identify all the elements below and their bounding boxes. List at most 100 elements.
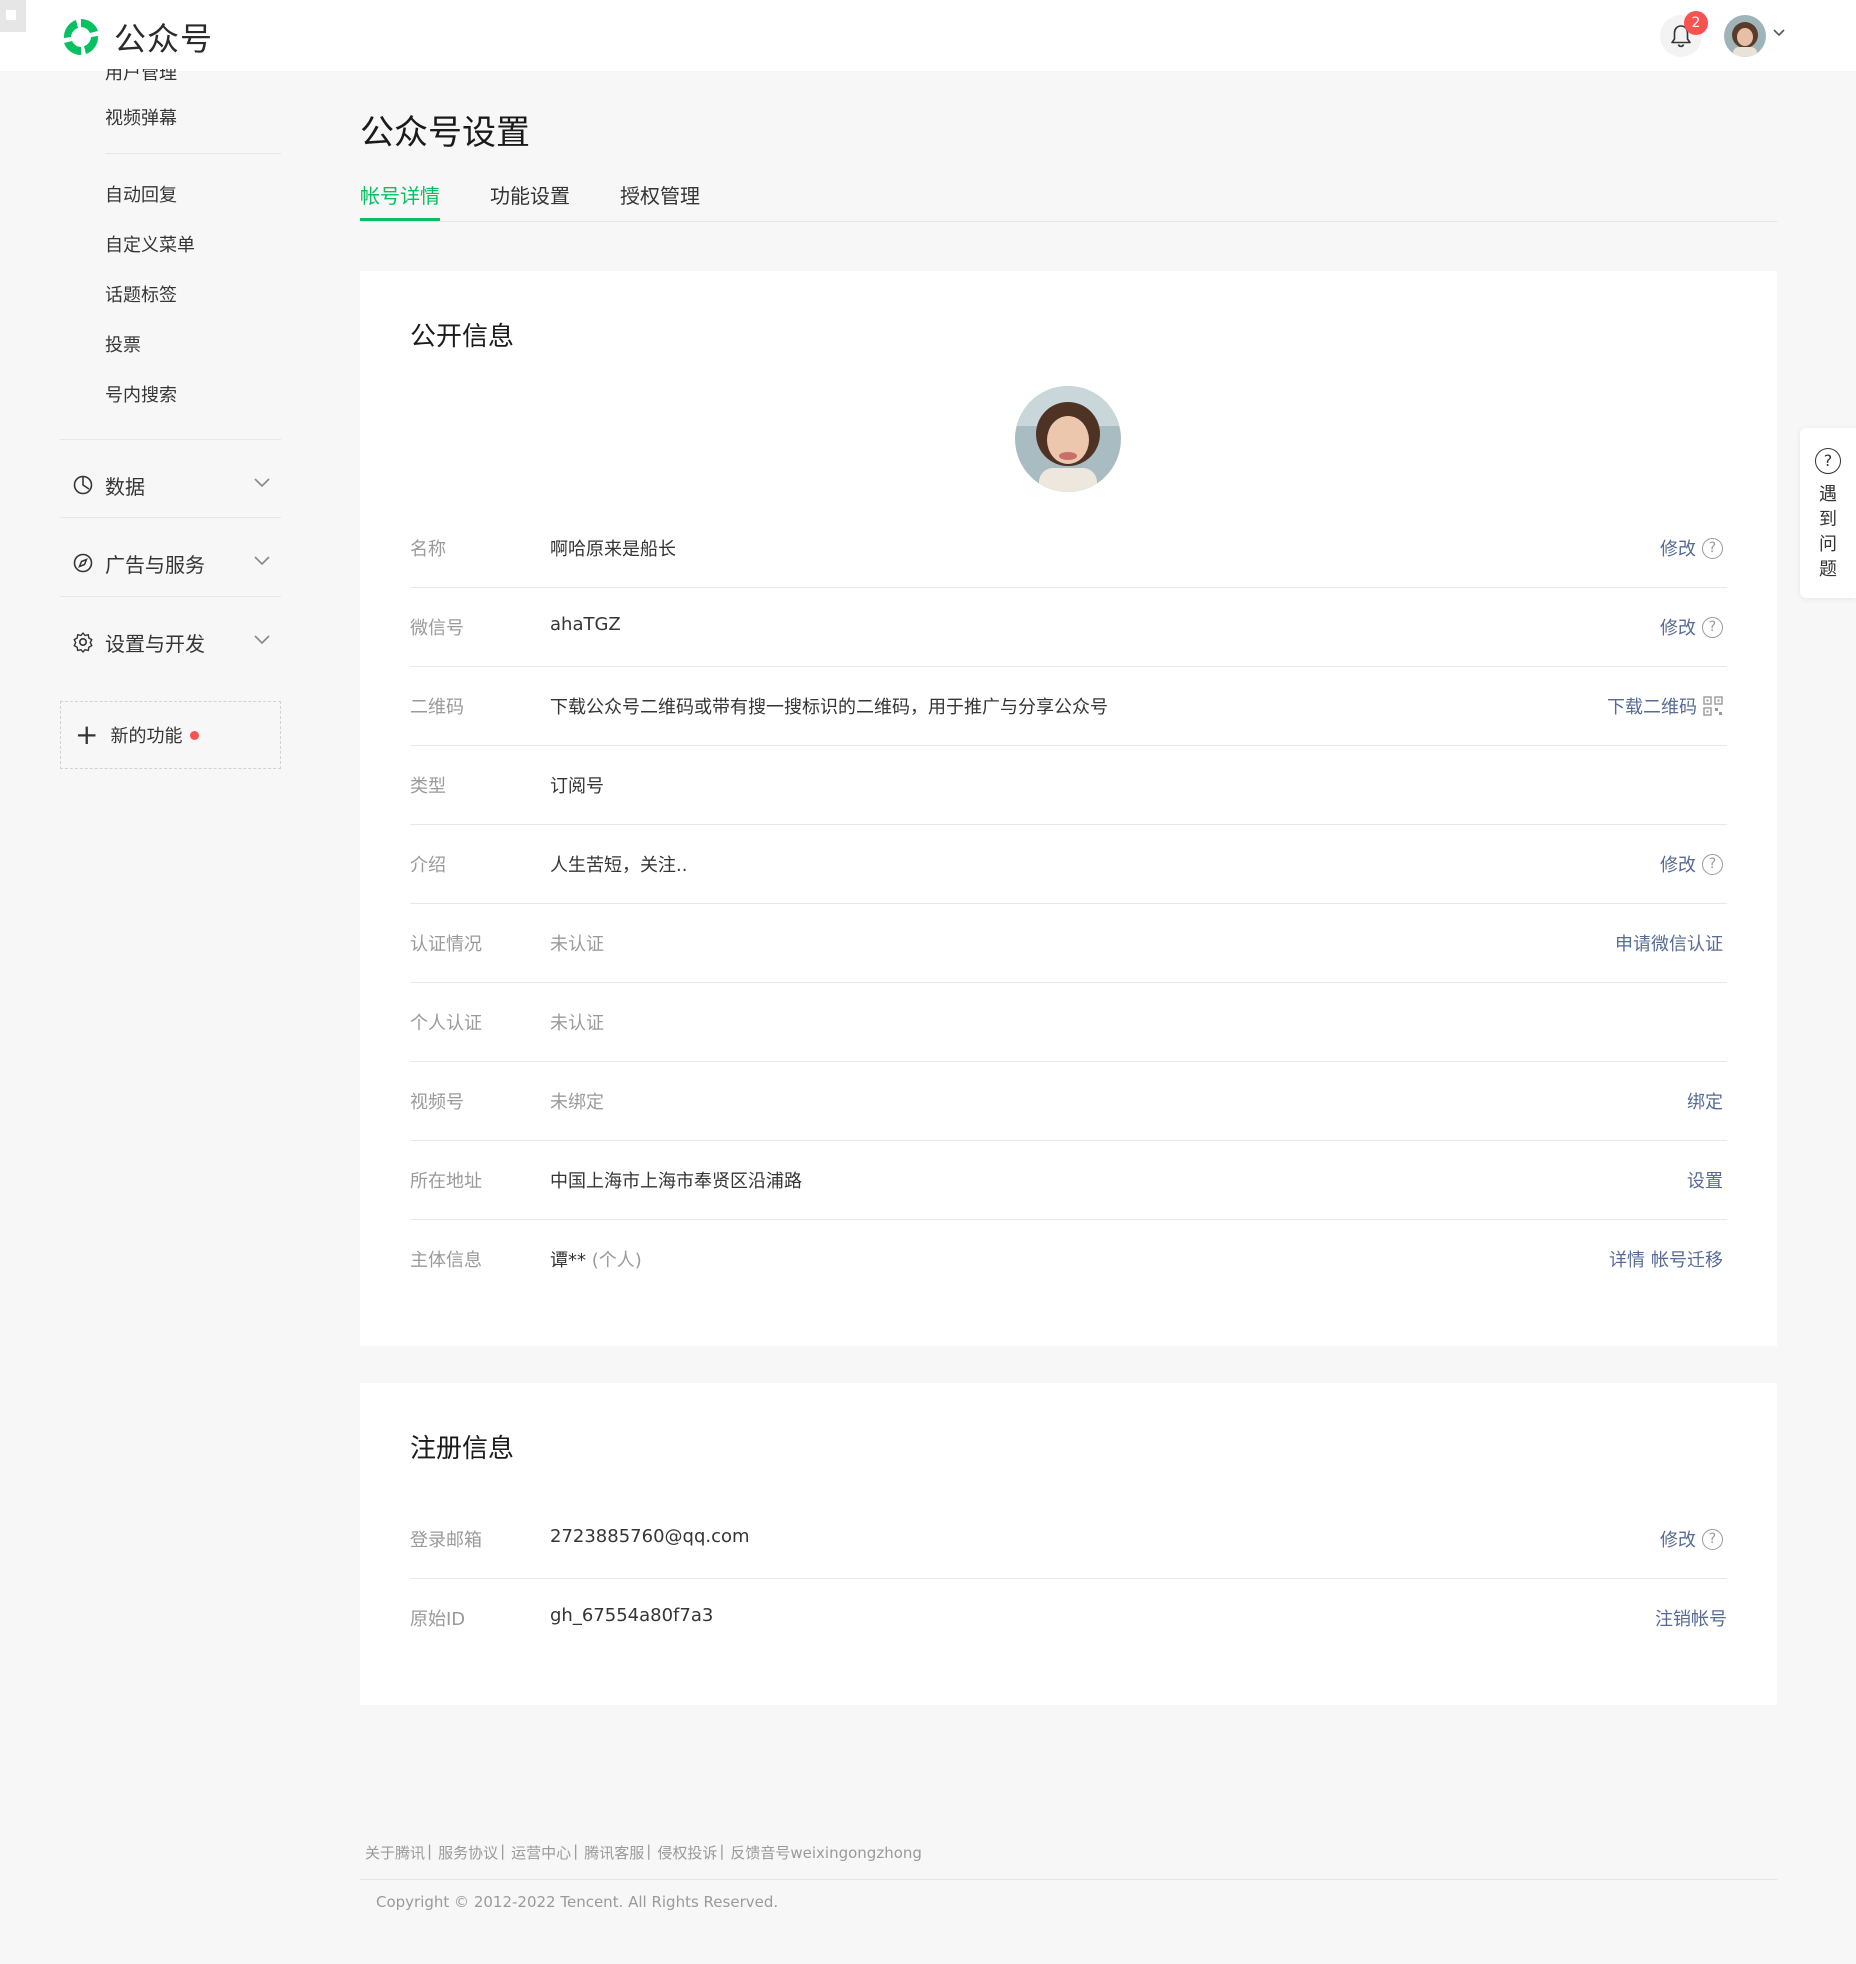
- qrcode-icon: [1703, 696, 1723, 716]
- help-label-char: 遇: [1819, 484, 1837, 505]
- info-row-login-email: 登录邮箱 2723885760@qq.com 修改 ?: [410, 1500, 1727, 1579]
- section-title: 公开信息: [410, 322, 515, 352]
- row-label: 原始ID: [410, 1609, 466, 1630]
- row-value: 人生苦短，关注..: [550, 855, 688, 876]
- account-avatar[interactable]: [1015, 386, 1121, 492]
- window-corner-mark: [0, 0, 26, 32]
- user-avatar[interactable]: [1724, 15, 1766, 57]
- entity-actions: 详情 帐号迁移: [1609, 1246, 1723, 1272]
- register-info-card: 注册信息 登录邮箱 2723885760@qq.com 修改 ? 原始ID gh…: [360, 1383, 1777, 1705]
- row-label: 二维码: [410, 697, 464, 718]
- footer-link-operations-center[interactable]: 运营中心: [511, 1842, 571, 1863]
- info-row-entity: 主体信息 谭** (个人) 详情 帐号迁移: [410, 1220, 1727, 1299]
- notification-badge: 2: [1684, 11, 1708, 35]
- row-value: 未认证: [550, 934, 604, 955]
- sidebar-group-data[interactable]: 数据: [60, 465, 281, 505]
- sidebar-group-label: 设置与开发: [105, 631, 205, 656]
- sidebar-item-video-danmaku[interactable]: 视频弹幕: [105, 104, 177, 130]
- info-row-name: 名称 啊哈原来是船长 修改 ?: [410, 509, 1727, 588]
- tab-feature-settings[interactable]: 功能设置: [490, 180, 570, 209]
- help-float-button[interactable]: ? 遇 到 问 题: [1800, 428, 1856, 598]
- edit-link[interactable]: 修改: [1660, 535, 1696, 561]
- info-row-qrcode: 二维码 下载公众号二维码或带有搜一搜标识的二维码，用于推广与分享公众号 下载二维…: [410, 667, 1727, 746]
- set-address-link[interactable]: 设置: [1687, 1167, 1723, 1193]
- row-label: 所在地址: [410, 1171, 482, 1192]
- edit-link[interactable]: 修改: [1660, 851, 1696, 877]
- edit-email-action[interactable]: 修改 ?: [1660, 1526, 1723, 1552]
- edit-link[interactable]: 修改: [1660, 1526, 1696, 1552]
- new-indicator-dot: [190, 730, 200, 740]
- download-qrcode-action[interactable]: 下载二维码: [1607, 693, 1723, 719]
- sidebar-item-auto-reply[interactable]: 自动回复: [105, 181, 177, 207]
- footer-link-feedback[interactable]: 反馈音号weixingongzhong: [730, 1842, 922, 1863]
- entity-type: (个人): [591, 1250, 642, 1271]
- info-row-wechat-id: 微信号 ahaTGZ 修改 ?: [410, 588, 1727, 667]
- footer-separator: |: [573, 1842, 579, 1860]
- avatar-image: [1015, 386, 1121, 492]
- edit-wechat-id-action[interactable]: 修改 ?: [1660, 614, 1723, 640]
- new-feature-button[interactable]: + 新的功能: [60, 701, 281, 769]
- help-label-char: 问: [1819, 534, 1837, 555]
- gear-icon: [70, 629, 96, 655]
- sidebar-group-settings-dev[interactable]: 设置与开发: [60, 622, 281, 662]
- question-circle-icon: ?: [1815, 448, 1841, 474]
- edit-intro-action[interactable]: 修改 ?: [1660, 851, 1723, 877]
- row-value: 订阅号: [550, 776, 604, 797]
- tab-account-details[interactable]: 帐号详情: [360, 180, 440, 209]
- help-circle-icon[interactable]: ?: [1702, 616, 1723, 638]
- page-title: 公众号设置: [360, 113, 530, 153]
- row-label: 登录邮箱: [410, 1530, 482, 1551]
- row-label: 类型: [410, 776, 446, 797]
- help-circle-icon[interactable]: ?: [1702, 853, 1723, 875]
- notification-button[interactable]: 2: [1660, 11, 1708, 57]
- info-row-verification: 认证情况 未认证 申请微信认证: [410, 904, 1727, 983]
- chevron-down-icon: [254, 635, 270, 645]
- row-value: 啊哈原来是船长: [550, 539, 676, 560]
- footer-link-about[interactable]: 关于腾讯: [365, 1842, 425, 1863]
- chevron-down-icon: [254, 478, 270, 488]
- top-header: 公众号 2: [0, 0, 1856, 71]
- compass-icon: [70, 550, 96, 576]
- cancel-account-link[interactable]: 注销帐号: [1655, 1605, 1727, 1631]
- sidebar-group-ads-services[interactable]: 广告与服务: [60, 543, 281, 583]
- footer-links: 关于腾讯 | 服务协议 | 运营中心 | 腾讯客服 | 侵权投诉 | 反馈音号weixin…: [365, 1842, 922, 1863]
- footer-link-service-agreement[interactable]: 服务协议: [438, 1842, 498, 1863]
- info-row-intro: 介绍 人生苦短，关注.. 修改 ?: [410, 825, 1727, 904]
- footer-link-customer-service[interactable]: 腾讯客服: [584, 1842, 644, 1863]
- sidebar-group-label: 广告与服务: [105, 552, 205, 577]
- chevron-down-icon[interactable]: [1772, 28, 1786, 38]
- account-migration-link[interactable]: 帐号迁移: [1651, 1246, 1723, 1272]
- entity-name: 谭**: [550, 1250, 586, 1271]
- info-row-personal-verification: 个人认证 未认证: [410, 983, 1727, 1062]
- edit-link[interactable]: 修改: [1660, 614, 1696, 640]
- info-row-original-id: 原始ID gh_67554a80f7a3 注销帐号: [410, 1579, 1727, 1658]
- avatar-image: [1724, 15, 1766, 57]
- logo[interactable]: 公众号: [60, 14, 213, 60]
- help-circle-icon[interactable]: ?: [1702, 537, 1723, 559]
- bind-channels-link[interactable]: 绑定: [1687, 1088, 1723, 1114]
- edit-name-action[interactable]: 修改 ?: [1660, 535, 1723, 561]
- sidebar-item-in-account-search[interactable]: 号内搜索: [105, 381, 177, 407]
- help-circle-icon[interactable]: ?: [1702, 1528, 1723, 1550]
- public-info-card: 公开信息 名称 啊哈原来是船长 修改 ? 微信号 ahaTGZ 修改 ? 二维码…: [360, 271, 1777, 1346]
- entity-details-link[interactable]: 详情: [1609, 1246, 1645, 1272]
- sidebar-item-custom-menu[interactable]: 自定义菜单: [105, 231, 195, 257]
- download-qrcode-link[interactable]: 下载二维码: [1607, 693, 1697, 719]
- apply-verification-link[interactable]: 申请微信认证: [1615, 930, 1723, 956]
- footer-separator: |: [500, 1842, 506, 1860]
- app-name: 公众号: [114, 20, 214, 58]
- sidebar-item-topic-tags[interactable]: 话题标签: [105, 281, 177, 307]
- row-value: 下载公众号二维码或带有搜一搜标识的二维码，用于推广与分享公众号: [550, 697, 1108, 718]
- sidebar-item-vote[interactable]: 投票: [105, 331, 141, 357]
- row-value: 谭** (个人): [550, 1246, 642, 1272]
- footer-separator: |: [719, 1842, 725, 1860]
- footer-link-infringement[interactable]: 侵权投诉: [657, 1842, 717, 1863]
- sidebar-divider: [60, 517, 281, 518]
- active-tab-indicator: [360, 218, 440, 221]
- row-value: 未认证: [550, 1013, 604, 1034]
- section-title: 注册信息: [410, 1434, 515, 1464]
- row-value: 未绑定: [550, 1092, 604, 1113]
- tab-authorization[interactable]: 授权管理: [620, 180, 700, 209]
- chevron-down-icon: [254, 556, 270, 566]
- sidebar-group-label: 数据: [105, 474, 145, 499]
